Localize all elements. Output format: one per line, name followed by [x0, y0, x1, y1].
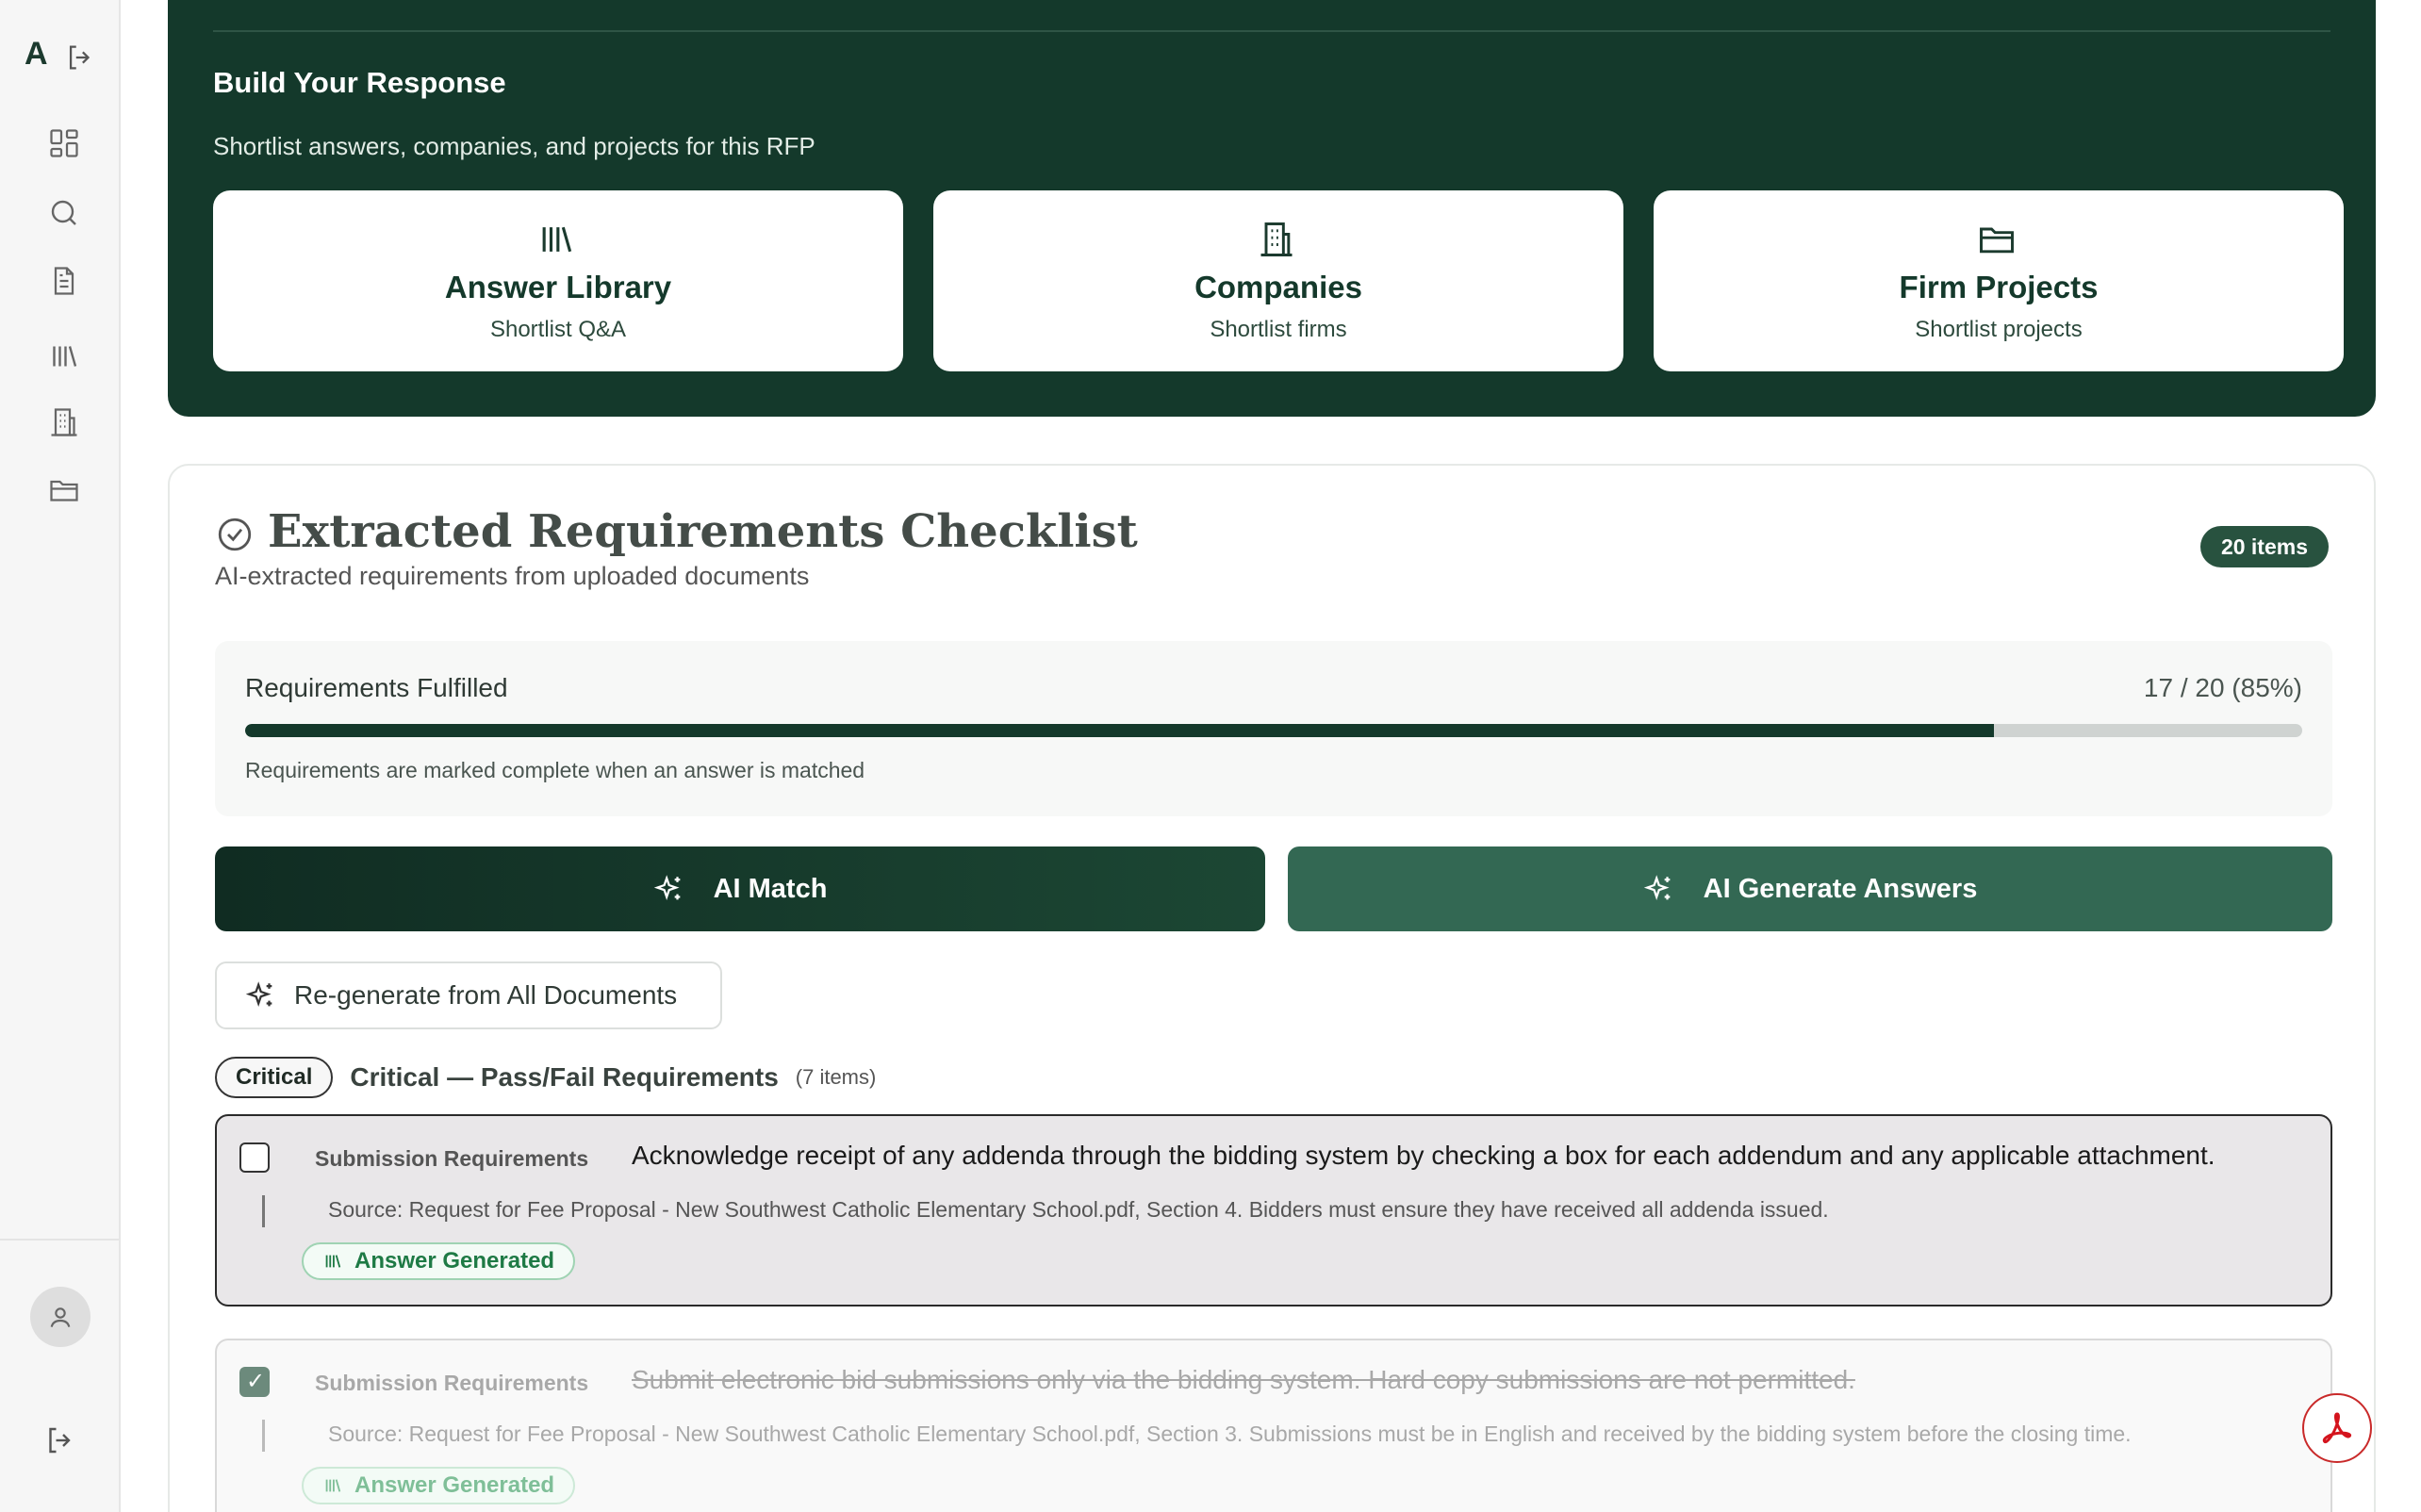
requirement-checkbox[interactable] — [239, 1367, 270, 1397]
progress-box: Requirements Fulfilled 17 / 20 (85%) Req… — [215, 641, 2332, 816]
card-title: Answer Library — [444, 270, 672, 304]
sidebar-divider — [0, 1239, 119, 1241]
section-count: (7 items) — [795, 1065, 877, 1089]
build-divider — [213, 30, 2330, 32]
source-bar — [262, 1420, 265, 1452]
answer-generated-tag[interactable]: Answer Generated — [302, 1242, 576, 1280]
requirements-checklist-panel: Extracted Requirements Checklist AI-extr… — [168, 464, 2376, 1512]
card-subtitle: Shortlist projects — [1915, 317, 2083, 342]
tag-label: Answer Generated — [354, 1472, 555, 1498]
progress-bar — [245, 724, 2302, 737]
requirement-source: Source: Request for Fee Proposal - New S… — [328, 1197, 1829, 1222]
document-icon[interactable] — [45, 262, 83, 300]
search-icon[interactable] — [45, 194, 83, 232]
ai-match-label: AI Match — [713, 873, 828, 904]
logout-icon[interactable] — [43, 1423, 77, 1457]
checklist-title: Extracted Requirements Checklist — [268, 505, 1138, 558]
progress-fill — [245, 724, 1994, 737]
pdf-icon — [2322, 1412, 2352, 1444]
sparkle-icon — [1643, 875, 1671, 900]
critical-section-header: Critical Critical — Pass/Fail Requiremen… — [215, 1056, 876, 1099]
critical-pill: Critical — [215, 1057, 334, 1098]
items-count-badge: 20 items — [2199, 526, 2329, 567]
ai-generate-answers-button[interactable]: AI Generate Answers — [1288, 846, 2332, 931]
folder-icon — [1976, 219, 2018, 260]
building-icon — [1256, 219, 1297, 260]
library-icon — [535, 219, 577, 260]
build-response-panel: Build Your Response Shortlist answers, c… — [168, 0, 2376, 417]
collapse-sidebar-icon[interactable] — [64, 41, 96, 74]
card-subtitle: Shortlist Q&A — [489, 317, 627, 342]
answer-generated-tag[interactable]: Answer Generated — [302, 1467, 576, 1504]
ai-match-button[interactable]: AI Match — [215, 846, 1265, 931]
check-circle-icon — [215, 515, 255, 554]
pdf-viewer-button[interactable] — [2302, 1393, 2372, 1463]
folder-icon[interactable] — [45, 471, 83, 509]
library-icon — [325, 1479, 341, 1492]
requirement-source: Source: Request for Fee Proposal - New S… — [328, 1422, 2132, 1446]
progress-label: Requirements Fulfilled — [245, 673, 508, 702]
ai-generate-label: AI Generate Answers — [1703, 873, 1978, 904]
requirement-category: Submission Requirements — [315, 1146, 589, 1171]
card-title: Firm Projects — [1899, 270, 2099, 304]
avatar[interactable] — [30, 1287, 91, 1347]
checklist-subtitle: AI-extracted requirements from uploaded … — [215, 562, 810, 590]
build-subtitle: Shortlist answers, companies, and projec… — [213, 132, 815, 160]
tag-label: Answer Generated — [354, 1248, 555, 1274]
brand-logo[interactable]: A — [25, 36, 48, 73]
progress-note: Requirements are marked complete when an… — [245, 758, 865, 782]
firm-projects-card[interactable]: Firm Projects Shortlist projects — [1654, 190, 2344, 371]
requirement-text: Submit electronic bid submissions only v… — [632, 1365, 1855, 1394]
build-title: Build Your Response — [213, 66, 506, 99]
companies-card[interactable]: Companies Shortlist firms — [933, 190, 1623, 371]
sparkle-icon — [245, 981, 272, 1007]
library-icon — [325, 1255, 341, 1268]
section-title: Critical — Pass/Fail Requirements — [350, 1062, 779, 1092]
progress-count: 17 / 20 (85%) — [2143, 673, 2302, 702]
building-icon[interactable] — [45, 403, 83, 441]
sparkle-icon — [653, 875, 680, 900]
source-bar — [262, 1195, 265, 1227]
requirement-text: Acknowledge receipt of any addenda throu… — [632, 1141, 2215, 1170]
requirement-item[interactable]: Submission Requirements Submit electroni… — [215, 1339, 2332, 1512]
card-subtitle: Shortlist firms — [1210, 317, 1347, 342]
requirement-checkbox[interactable] — [239, 1142, 270, 1173]
answer-library-card[interactable]: Answer Library Shortlist Q&A — [213, 190, 903, 371]
requirement-item[interactable]: Submission Requirements Acknowledge rece… — [215, 1114, 2332, 1307]
library-icon[interactable] — [45, 337, 83, 375]
requirement-category: Submission Requirements — [315, 1371, 589, 1395]
dashboard-icon[interactable] — [45, 124, 83, 162]
card-title: Companies — [1194, 270, 1362, 304]
regenerate-button[interactable]: Re-generate from All Documents — [215, 961, 722, 1029]
regenerate-label: Re-generate from All Documents — [294, 980, 678, 1010]
sidebar: A — [0, 0, 121, 1512]
